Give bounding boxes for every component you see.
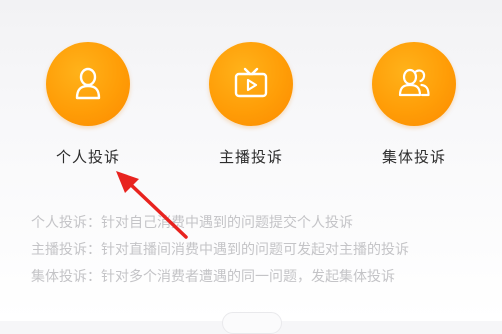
personal-complaint-circle[interactable] <box>46 42 130 126</box>
personal-complaint-description: 个人投诉：针对自己消费中遇到的问题提交个人投诉 <box>31 210 409 237</box>
person-icon <box>75 67 101 100</box>
description-title: 个人投诉 <box>31 215 87 231</box>
tv-play-icon <box>234 67 268 98</box>
anchor-complaint-description: 主播投诉：针对直播间消费中遇到的问题可发起对主播的投诉 <box>31 237 409 264</box>
complaint-type-panel: 个人投诉 主播投诉 集体投诉 个人投诉：针对自己消费中遇到的问题提交个人投诉 主… <box>0 0 502 334</box>
description-separator: ： <box>87 215 101 231</box>
complaint-descriptions: 个人投诉：针对自己消费中遇到的问题提交个人投诉 主播投诉：针对直播间消费中遇到的… <box>31 210 409 291</box>
description-text: 针对自己消费中遇到的问题提交个人投诉 <box>101 215 353 231</box>
group-icon <box>398 68 430 97</box>
group-complaint-label[interactable]: 集体投诉 <box>354 146 474 167</box>
description-text: 针对多个消费者遭遇的同一问题，发起集体投诉 <box>101 269 395 285</box>
group-complaint-description: 集体投诉：针对多个消费者遭遇的同一问题，发起集体投诉 <box>31 264 409 291</box>
anchor-complaint-option[interactable]: 主播投诉 <box>191 42 311 172</box>
description-title: 集体投诉 <box>31 269 87 285</box>
description-title: 主播投诉 <box>31 242 87 258</box>
description-text: 针对直播间消费中遇到的问题可发起对主播的投诉 <box>101 242 409 258</box>
description-separator: ： <box>87 242 101 258</box>
description-separator: ： <box>87 269 101 285</box>
group-complaint-circle[interactable] <box>372 42 456 126</box>
personal-complaint-label[interactable]: 个人投诉 <box>28 146 148 167</box>
personal-complaint-option[interactable]: 个人投诉 <box>28 42 148 172</box>
anchor-complaint-label[interactable]: 主播投诉 <box>191 146 311 167</box>
group-complaint-option[interactable]: 集体投诉 <box>354 42 474 172</box>
anchor-complaint-circle[interactable] <box>209 42 293 126</box>
bottom-handle[interactable] <box>222 312 282 334</box>
